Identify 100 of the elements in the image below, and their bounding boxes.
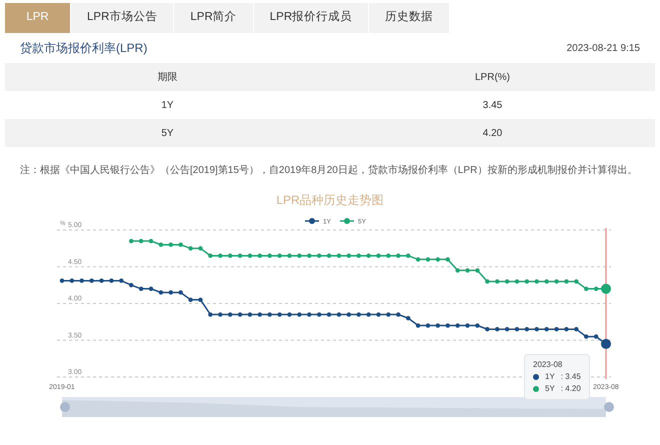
data-point — [287, 312, 292, 317]
data-point — [601, 284, 611, 294]
table-cell-text: 4.20 — [482, 126, 502, 140]
data-point — [307, 312, 312, 317]
data-point — [465, 323, 470, 328]
tab[interactable]: 历史数据 — [369, 3, 450, 33]
data-point — [584, 286, 588, 291]
data-point — [485, 279, 490, 284]
data-point — [168, 242, 173, 247]
data-point — [297, 254, 302, 258]
data-point — [356, 254, 361, 258]
data-point — [248, 254, 252, 258]
data-point — [307, 254, 312, 258]
data-point — [564, 279, 569, 284]
data-point — [287, 254, 292, 258]
timestamp: 2023-08-21 9:15 — [566, 42, 640, 56]
table-cell-text: 3.45 — [482, 98, 502, 112]
footnote: 注：根据《中国人民银行公告》（公告[2019]第15号），自2019年8月20日起，贷款市场报价利率（LPR）按新的形成机制报价并计算得出。 — [20, 165, 638, 176]
data-point — [475, 323, 480, 328]
data-point — [178, 290, 183, 295]
data-point — [584, 334, 588, 339]
data-point — [158, 242, 164, 247]
table-cell-text: 5Y — [161, 126, 174, 140]
data-point — [455, 268, 460, 273]
tab[interactable]: LPR市场公告 — [71, 3, 174, 33]
data-point — [376, 312, 381, 317]
data-point — [396, 312, 400, 317]
chart-title: LPR品种历史走势图 — [276, 192, 384, 207]
data-point — [218, 312, 222, 317]
column-header: LPR(%) — [474, 70, 510, 84]
data-point — [148, 238, 154, 244]
data-point — [268, 312, 272, 317]
data-point — [601, 338, 611, 349]
data-point — [336, 254, 342, 258]
data-point — [524, 327, 530, 332]
data-point — [455, 323, 460, 328]
range-slider[interactable] — [60, 397, 614, 417]
data-point — [366, 312, 371, 317]
data-point — [356, 312, 361, 317]
data-point — [148, 286, 154, 291]
data-point — [178, 242, 183, 247]
data-point — [258, 254, 262, 258]
data-point — [208, 254, 213, 258]
data-point — [564, 327, 569, 332]
data-point — [406, 316, 410, 320]
data-point — [168, 290, 173, 295]
data-point — [109, 278, 114, 283]
tooltip-value: : 3.45 — [560, 373, 581, 381]
data-point — [346, 312, 352, 317]
data-point — [446, 323, 450, 328]
data-point — [297, 312, 302, 317]
data-point — [248, 312, 252, 317]
data-point — [465, 268, 470, 273]
data-point — [158, 290, 164, 295]
data-point — [70, 278, 74, 283]
data-point — [396, 254, 400, 258]
data-point — [198, 246, 203, 251]
data-point — [99, 278, 104, 283]
data-point — [514, 327, 520, 332]
data-point — [514, 279, 520, 284]
data-point — [376, 254, 381, 258]
page-title: 贷款市场报价利率(LPR) — [20, 40, 148, 57]
data-point — [316, 312, 322, 317]
data-point — [495, 279, 500, 284]
data-point — [426, 323, 430, 328]
data-point — [495, 327, 500, 332]
data-point — [198, 298, 203, 302]
column-header: 期限 — [158, 70, 178, 84]
data-point — [258, 312, 262, 317]
data-point — [316, 254, 322, 258]
tooltip-title: 2023-08 — [533, 361, 564, 369]
data-point — [436, 257, 440, 262]
data-point — [544, 279, 549, 284]
data-point — [218, 254, 222, 258]
data-point — [436, 323, 440, 328]
table-cell-text: 1Y — [161, 98, 174, 112]
data-point — [534, 279, 539, 284]
data-point — [138, 286, 144, 291]
data-point — [228, 254, 232, 258]
data-point — [138, 238, 144, 244]
tab[interactable]: LPR简介 — [174, 3, 254, 33]
data-point — [475, 268, 480, 273]
data-point — [60, 278, 64, 283]
data-point — [366, 254, 371, 258]
data-point — [80, 278, 84, 283]
tooltip-series-name: 5Y — [545, 385, 555, 393]
data-point — [574, 327, 579, 332]
data-point — [188, 246, 193, 251]
data-point — [386, 254, 391, 258]
data-point — [277, 312, 282, 317]
data-point — [524, 279, 530, 284]
data-point — [554, 327, 559, 332]
data-point — [336, 312, 342, 317]
data-point — [426, 257, 430, 262]
data-point — [119, 278, 124, 283]
data-point — [238, 254, 242, 258]
data-point — [544, 327, 549, 332]
data-point — [188, 298, 193, 302]
tab[interactable]: LPR报价行成员 — [254, 3, 370, 33]
data-point — [208, 312, 213, 317]
